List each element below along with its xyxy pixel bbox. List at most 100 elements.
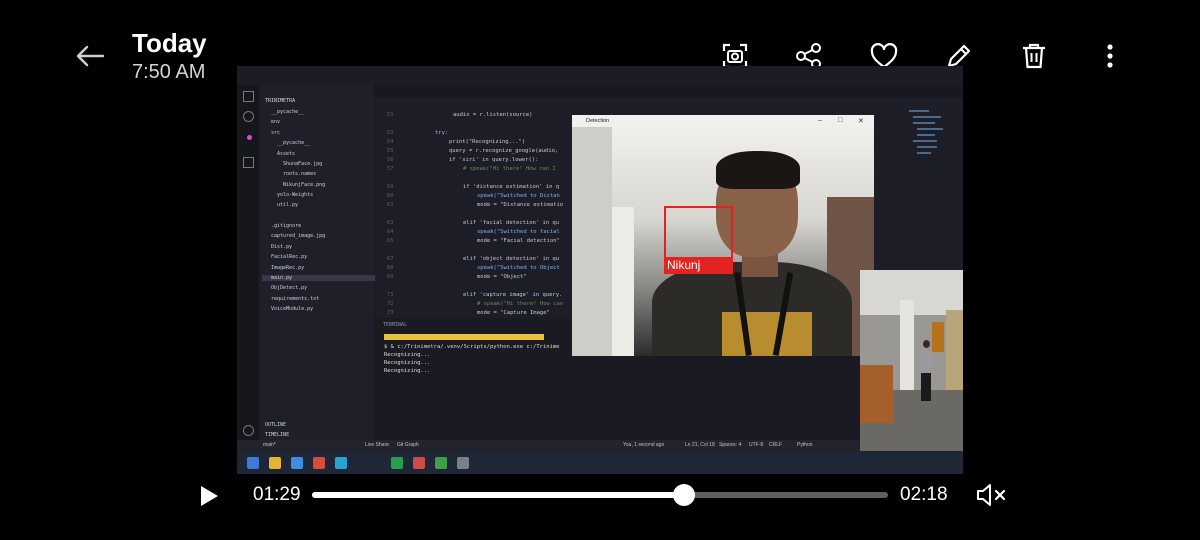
- explorer-item: Dist.py: [271, 244, 293, 250]
- code-line: query = r.recognize_google(audio,: [449, 148, 559, 154]
- minimize-icon: –: [818, 117, 822, 124]
- explorer-item: NikunjFace.png: [283, 182, 326, 188]
- line-number: 53: [387, 130, 394, 136]
- explorer-item: src: [271, 130, 281, 136]
- code-line: elif 'object detection' in qu: [463, 256, 560, 262]
- arrow-left-icon[interactable]: [72, 38, 108, 74]
- seek-progress: [312, 492, 684, 498]
- status-git-graph: Git Graph: [397, 442, 419, 448]
- explorer-item: ObjDetect.py: [271, 285, 308, 291]
- terminal-tab: TERMINAL: [383, 322, 408, 328]
- status-position: Ln 21, Col 18: [685, 442, 715, 448]
- code-line: try:: [435, 130, 449, 136]
- activity-bar: [237, 85, 259, 456]
- explorer-item: .gitignore: [271, 223, 302, 229]
- status-author: You, 1 second ago: [623, 442, 665, 448]
- mute-icon[interactable]: [975, 481, 1007, 509]
- status-eol: CRLF: [769, 442, 783, 448]
- explorer-item: ShunaFace.jpg: [283, 161, 323, 167]
- app-icon: [335, 457, 347, 469]
- status-encoding: UTF-8: [749, 442, 764, 448]
- code-line: mode = "Distance estimatio: [477, 202, 564, 208]
- terminal-line: Recognizing...: [384, 360, 431, 366]
- detection-title-bar: Detection – □ ✕: [572, 115, 874, 127]
- play-icon[interactable]: [196, 483, 222, 509]
- line-number: 60: [387, 193, 394, 199]
- line-number: 65: [387, 238, 394, 244]
- code-line: if 'distance estimation' in q: [463, 184, 560, 190]
- page-title: Today: [132, 28, 207, 58]
- app-icon: [457, 457, 469, 469]
- delete-icon[interactable]: [1016, 38, 1052, 74]
- explorer-item-selected: main.py: [262, 275, 379, 281]
- status-live-share: Live Share: [365, 442, 389, 448]
- code-line: speak("Switched to Object: [477, 265, 560, 271]
- explorer-item: captured_image.jpg: [271, 233, 326, 239]
- terminal-line: Recognizing...: [384, 352, 431, 358]
- code-line: # speak("Hi there! How can I: [463, 166, 556, 172]
- outline-section: OUTLINE: [265, 422, 287, 428]
- code-line: mode = "Object": [477, 274, 527, 280]
- code-line: elif 'facial detection' in qu: [463, 220, 560, 226]
- line-number: 63: [387, 220, 394, 226]
- top-bar: Today 7:50 AM: [0, 0, 1200, 83]
- terminal-line: Recognizing...: [384, 368, 431, 374]
- folder-icon: [269, 457, 281, 469]
- line-number: 72: [387, 301, 394, 307]
- maximize-icon: □: [838, 117, 843, 124]
- seek-bar[interactable]: [312, 484, 888, 506]
- code-line: speak("Switched to Distan: [477, 193, 560, 199]
- timestamp: 7:50 AM: [132, 61, 206, 83]
- account-icon: [243, 425, 254, 436]
- git-badge-icon: [247, 135, 252, 140]
- line-number: 54: [387, 139, 394, 145]
- code-line: # speak("Hi there! How can: [477, 301, 564, 307]
- code-line: mode = "Capture Image": [477, 310, 550, 316]
- explorer-item: util.py: [277, 202, 299, 208]
- explorer-item: requirements.txt: [271, 296, 320, 302]
- more-icon[interactable]: [1092, 38, 1128, 74]
- explorer-header: TRINIMETRA: [265, 98, 296, 104]
- line-number: 61: [387, 202, 394, 208]
- duration: 02:18: [900, 484, 948, 505]
- app-icon: [413, 457, 425, 469]
- face-label: Nikunj: [664, 257, 733, 273]
- camera-feed: Nikunj: [572, 127, 874, 356]
- code-line: speak("Switched to facial: [477, 229, 560, 235]
- status-language: Python: [797, 442, 813, 448]
- line-number: 57: [387, 166, 394, 172]
- explorer-item: VoiceModule.py: [271, 306, 314, 312]
- current-time: 01:29: [253, 484, 301, 505]
- terminal-line: $ & c:/Trinimetra/.venv/Scripts/python.e…: [384, 344, 560, 350]
- code-line: if 'siri' in query.lower():: [449, 157, 539, 163]
- line-number: 69: [387, 274, 394, 280]
- seek-thumb[interactable]: [672, 484, 695, 506]
- explorer-item: Assets: [277, 151, 296, 157]
- line-number: 55: [387, 148, 394, 154]
- video-frame[interactable]: TRINIMETRA __pycache__ env src __pycache…: [237, 66, 963, 474]
- line-number: 64: [387, 229, 394, 235]
- playback-controls: [0, 474, 1200, 540]
- windows-taskbar: [237, 452, 963, 474]
- terminal-prompt-bar: [384, 334, 544, 340]
- editor-tabs: [375, 98, 963, 108]
- close-icon: ✕: [858, 118, 864, 125]
- status-spaces: Spaces: 4: [719, 442, 742, 448]
- search-icon: [243, 111, 254, 122]
- detection-window: Detection – □ ✕ Nikunj: [572, 115, 874, 356]
- line-number: 56: [387, 157, 394, 163]
- files-icon: [243, 91, 254, 102]
- line-number: 68: [387, 265, 394, 271]
- detection-title: Detection: [586, 118, 610, 124]
- file-explorer: TRINIMETRA __pycache__ env src __pycache…: [259, 85, 379, 448]
- explorer-item: FacialRec.py: [271, 254, 308, 260]
- explorer-item: ImageRec.py: [271, 265, 305, 271]
- app-icon: [313, 457, 325, 469]
- explorer-item: __pycache__: [271, 109, 305, 115]
- code-line: mode = "Facial detection": [477, 238, 560, 244]
- code-line: elif 'capture image' in query.: [463, 292, 563, 298]
- editor-menu-bar: [237, 66, 963, 85]
- code-line: print("Recognizing..."): [449, 139, 526, 145]
- explorer-item: roots.names: [283, 171, 317, 177]
- explorer-item: env: [271, 119, 281, 125]
